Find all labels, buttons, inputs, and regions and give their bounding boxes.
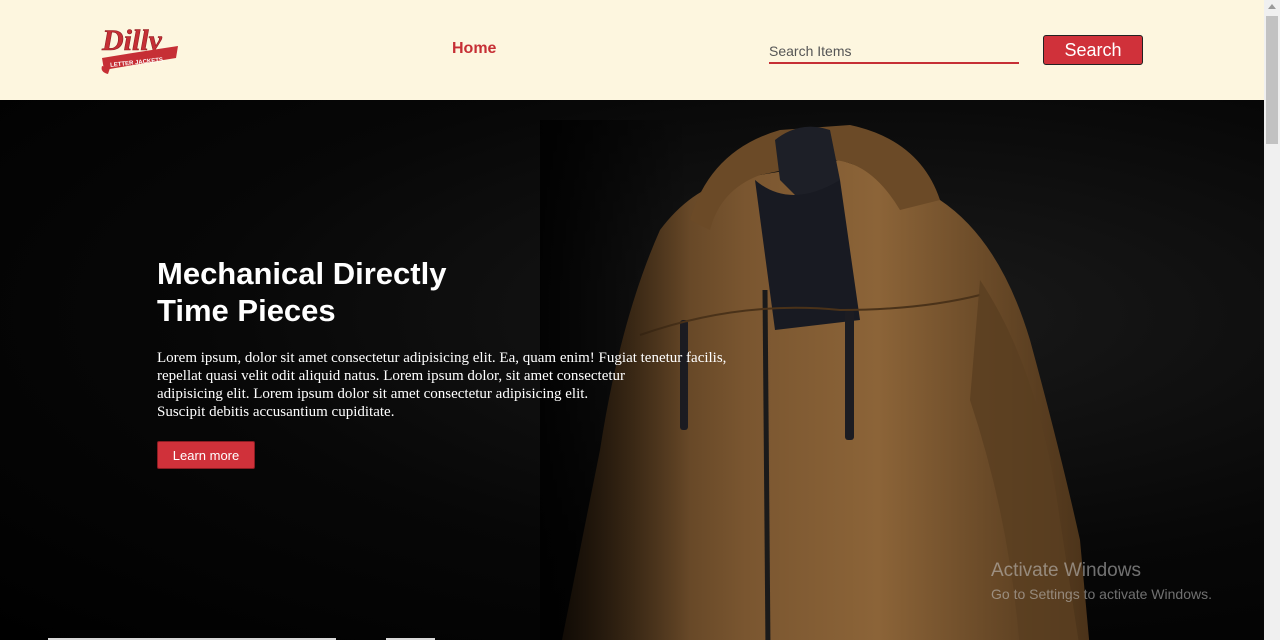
hero-text-line: Lorem ipsum, dolor sit amet consectetur … bbox=[157, 350, 727, 366]
hero-text-line: Suscipit debitis accusantium cupiditate. bbox=[157, 404, 395, 420]
nav-home-link[interactable]: Home bbox=[452, 40, 496, 58]
hero-title-line: Mechanical Directly bbox=[157, 256, 447, 291]
search-input[interactable] bbox=[769, 40, 1019, 64]
hero-description: Lorem ipsum, dolor sit amet consectetur … bbox=[157, 349, 777, 421]
hero-text-line: adipisicing elit. Lorem ipsum dolor sit … bbox=[157, 386, 589, 402]
watermark-title: Activate Windows bbox=[991, 560, 1141, 581]
hero-title-line: Time Pieces bbox=[157, 293, 336, 328]
scroll-thumb[interactable] bbox=[1266, 16, 1278, 144]
hero-title: Mechanical Directly Time Pieces bbox=[157, 255, 446, 329]
site-header: Dilly LETTER JACKETS Home Search bbox=[0, 0, 1264, 100]
page-scrollbar[interactable] bbox=[1264, 0, 1280, 640]
activate-windows-watermark: Activate Windows Go to Settings to activ… bbox=[991, 560, 1212, 604]
scroll-up-arrow-icon[interactable] bbox=[1268, 4, 1276, 9]
learn-more-button[interactable]: Learn more bbox=[157, 441, 255, 469]
watermark-subtitle: Go to Settings to activate Windows. bbox=[991, 586, 1212, 602]
search-button[interactable]: Search bbox=[1043, 35, 1143, 65]
hero-banner: Mechanical Directly Time Pieces Lorem ip… bbox=[0, 100, 1264, 640]
hero-text-line: repellat quasi velit odit aliquid natus.… bbox=[157, 368, 626, 384]
dilly-logo[interactable]: Dilly LETTER JACKETS bbox=[98, 18, 184, 76]
